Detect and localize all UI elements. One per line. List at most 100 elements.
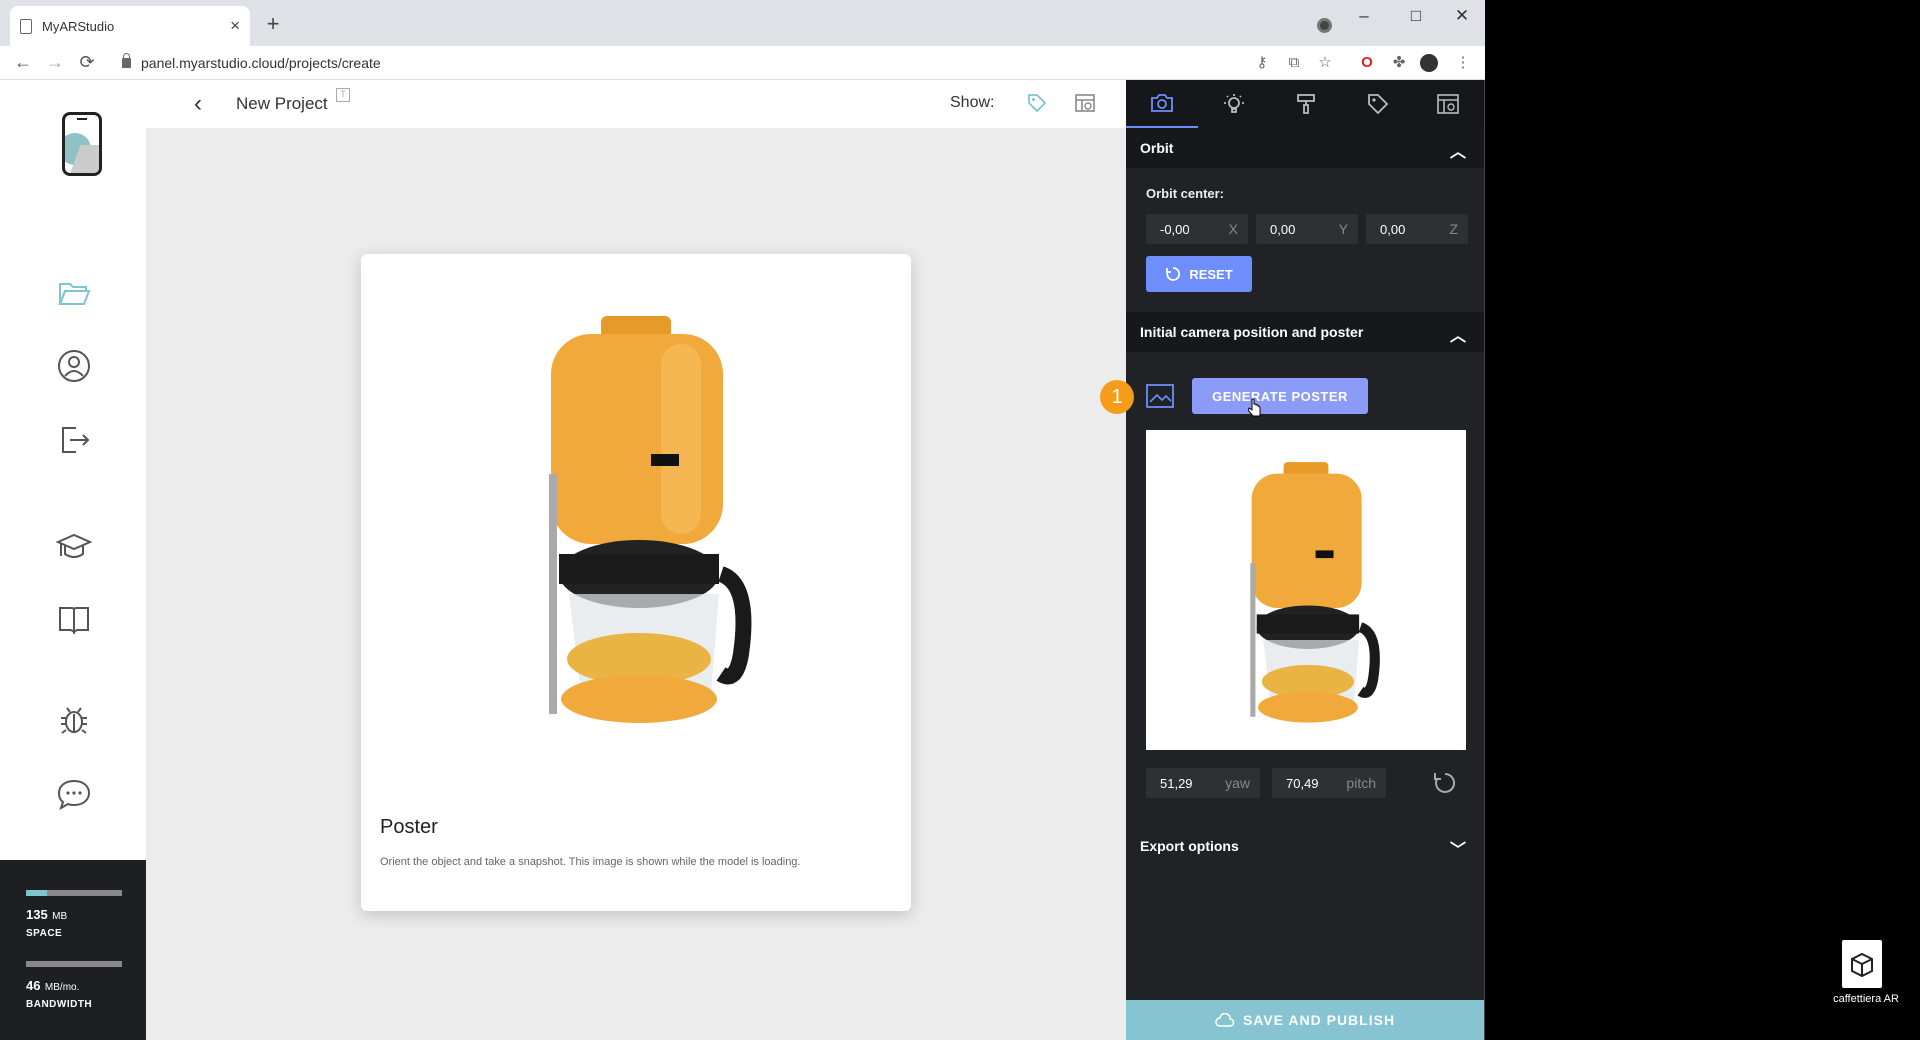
chevron-up-icon[interactable]: ︿ [1450,322,1466,346]
space-usage-bar [26,890,122,896]
show-label: Show: [950,94,995,111]
browser-tab[interactable]: MyARStudio × [10,6,250,46]
user-icon[interactable] [54,346,94,386]
tab-materials[interactable] [1270,80,1342,128]
orbit-z-input[interactable]: 0,00 Z [1366,214,1468,244]
reset-label: RESET [1189,266,1233,282]
page-title: New Project [236,94,328,113]
edit-title-icon[interactable]: T [336,88,350,102]
camera-section-title: Initial camera position and poster [1140,324,1364,340]
tab-tags[interactable] [1342,80,1414,128]
cloud-upload-icon [1215,1013,1235,1027]
address-bar[interactable]: panel.myarstudio.cloud/projects/create [112,50,1242,76]
translate-icon[interactable]: ⧉ [1285,54,1303,72]
tab-settings[interactable] [1412,80,1484,128]
folder-icon[interactable] [54,272,94,312]
lock-icon [122,53,131,68]
media-indicator-icon[interactable] [1317,18,1332,33]
opera-extension-icon[interactable]: O [1358,54,1376,72]
browser-window: MyARStudio × + – □ ✕ ← → ⟳ panel.myarstu… [0,0,1485,1040]
yaw-unit: yaw [1225,775,1250,791]
new-tab-button[interactable]: + [262,11,284,37]
space-label: SPACE [26,928,63,939]
graduation-cap-icon[interactable] [54,526,94,566]
maximize-button[interactable]: □ [1406,6,1426,26]
page-icon [20,18,32,34]
minimize-button[interactable]: – [1354,6,1374,26]
close-window-button[interactable]: ✕ [1452,6,1472,26]
reset-camera-icon[interactable] [1432,770,1458,796]
logout-icon[interactable] [54,420,94,460]
chevron-up-icon[interactable]: ︿ [1450,138,1466,162]
bandwidth-usage-bar [26,961,122,967]
bandwidth-value: 46 [26,978,41,993]
cube-icon [1851,952,1873,978]
orbit-z-value: 0,00 [1380,221,1406,237]
forward-arrow-icon[interactable]: → [44,52,66,73]
settings-panel: Orbit ︿ Orbit center: -0,00 X 0,00 Y 0,0… [1126,80,1484,1040]
app-logo[interactable] [62,112,102,176]
bookmark-star-icon[interactable]: ☆ [1316,54,1334,72]
tab-strip: MyARStudio × + – □ ✕ [0,0,1485,46]
poster-description: Orient the object and take a snapshot. T… [380,856,801,868]
orbit-y-input[interactable]: 0,00 Y [1256,214,1358,244]
tag-icon [1368,94,1389,115]
coffee-maker-3d-model[interactable] [511,304,761,734]
generate-poster-button[interactable]: GENERATE POSTER [1192,378,1368,414]
camera-icon [1151,94,1173,112]
extensions-puzzle-icon[interactable]: ✤ [1390,54,1408,72]
pitch-input[interactable]: 70,49 pitch [1272,768,1386,798]
export-section-header[interactable]: Export options ﹀ [1126,826,1484,866]
z-axis-label: Z [1449,221,1458,237]
image-icon [1146,384,1174,408]
pitch-value: 70,49 [1286,775,1319,791]
reset-icon [1166,267,1181,281]
settings-panel-icon[interactable] [1074,92,1096,114]
browser-menu-icon[interactable]: ⋮ [1454,54,1472,72]
reset-button[interactable]: RESET [1146,256,1252,292]
camera-section-header[interactable]: Initial camera position and poster ︿ [1126,312,1484,352]
key-icon[interactable]: ⚷ [1253,54,1271,72]
book-icon[interactable] [54,600,94,640]
paint-roller-icon [1297,94,1315,114]
chat-icon[interactable] [54,774,94,814]
bandwidth-unit: MB/mo. [44,982,80,993]
orbit-x-input[interactable]: -0,00 X [1146,214,1248,244]
lightbulb-icon [1224,94,1244,113]
orbit-title: Orbit [1140,140,1174,156]
orbit-x-value: -0,00 [1160,221,1190,237]
tag-icon[interactable] [1026,92,1048,114]
orbit-section-header[interactable]: Orbit ︿ [1126,128,1484,168]
save-and-publish-button[interactable]: SAVE AND PUBLISH [1126,1000,1484,1040]
export-title: Export options [1140,838,1239,854]
coffee-maker-preview [1250,462,1380,723]
project-header: ‹ New Project T Show: [146,80,1126,128]
back-arrow-icon[interactable]: ← [12,52,34,73]
tab-camera[interactable] [1126,80,1198,128]
tab-lighting[interactable] [1198,80,1270,128]
tab-title: MyARStudio [42,18,115,34]
browser-toolbar: ← → ⟳ panel.myarstudio.cloud/projects/cr… [0,46,1485,80]
bandwidth-label: BANDWIDTH [26,999,93,1010]
back-chevron-icon[interactable]: ‹ [194,90,202,118]
bug-icon[interactable] [54,700,94,740]
pitch-unit: pitch [1346,775,1376,791]
reload-icon[interactable]: ⟳ [76,52,98,73]
chevron-down-icon[interactable]: ﹀ [1450,836,1466,860]
poster-card: Poster Orient the object and take a snap… [361,254,911,911]
profile-avatar-icon[interactable] [1420,54,1438,72]
poster-preview-image [1146,430,1466,750]
url-text: panel.myarstudio.cloud/projects/create [141,55,381,71]
x-axis-label: X [1228,221,1238,237]
close-tab-icon[interactable]: × [230,16,240,36]
poster-title: Poster [380,816,438,838]
step-badge: 1 [1100,380,1134,414]
yaw-input[interactable]: 51,29 yaw [1146,768,1260,798]
orbit-center-label: Orbit center: [1146,186,1225,201]
space-unit: MB [52,911,68,922]
app-page: 135 MB SPACE 46 MB/mo. BANDWIDTH ‹ New P… [0,80,1484,1040]
save-label: SAVE AND PUBLISH [1242,1012,1396,1028]
orbit-y-value: 0,00 [1270,221,1296,237]
desktop-file-icon[interactable] [1842,940,1882,988]
desktop-file-label[interactable]: caffettiera AR [1818,993,1914,1005]
